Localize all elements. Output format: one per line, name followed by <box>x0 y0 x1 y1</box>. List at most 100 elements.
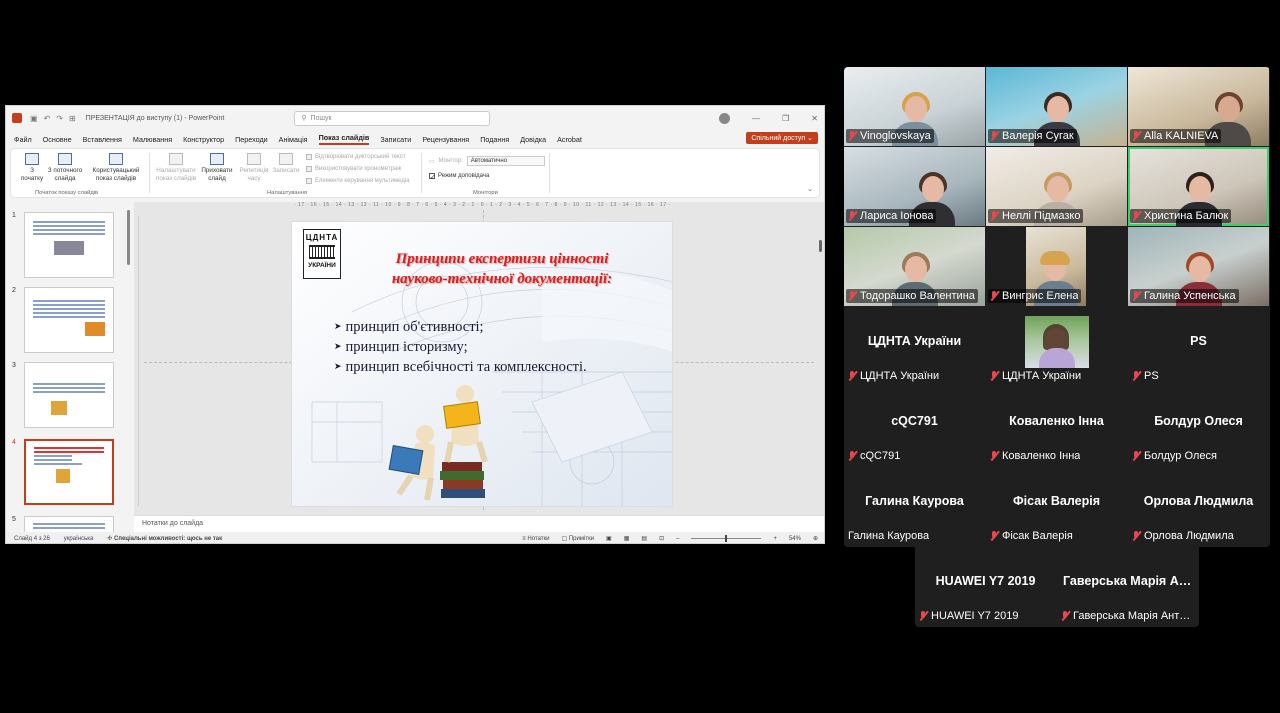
from-current-button[interactable]: З поточного слайда <box>45 153 85 183</box>
participant-name: ЦДНТА України <box>860 370 940 382</box>
participant-tile[interactable]: Гаверська Марія Антонівна Гаверська Марі… <box>1057 547 1198 626</box>
rehearse-button[interactable]: Репетиція часу <box>239 153 269 183</box>
participant-tile[interactable]: Болдур Олеся Болдур Олеся <box>1128 387 1269 466</box>
participant-nameplate: Гаверська Марія Антонівна <box>1059 609 1196 623</box>
language-indicator[interactable]: українська <box>64 536 94 542</box>
share-button[interactable]: Спільний доступ ⌄ <box>746 132 818 144</box>
participant-tile[interactable]: Вингрис Елена <box>986 227 1127 306</box>
participant-nameplate: ЦДНТА України <box>846 369 942 383</box>
tab-draw[interactable]: Малювання <box>133 135 172 144</box>
tab-design[interactable]: Конструктор <box>183 135 224 144</box>
close-icon[interactable]: ✕ <box>811 114 818 123</box>
collapse-ribbon-icon[interactable]: ⌄ <box>807 185 813 193</box>
mic-muted-icon <box>848 451 857 461</box>
participant-tile-speaking[interactable]: Христина Балюк <box>1128 147 1269 226</box>
participant-name: Гаверська Марія Антонівна <box>1073 610 1193 622</box>
minimize-icon[interactable]: — <box>752 114 760 123</box>
notes-pane[interactable]: Нотатки до слайда <box>134 515 824 532</box>
mic-muted-icon <box>1132 211 1141 221</box>
start-show-icon[interactable]: ⊞ <box>69 114 76 123</box>
participant-tile[interactable]: Тодорашко Валентина <box>844 227 985 306</box>
tab-transitions[interactable]: Переходи <box>235 135 268 144</box>
mic-muted-icon <box>848 211 857 221</box>
setup-show-button[interactable]: Налаштувати показ слайдів <box>152 153 200 183</box>
redo-icon[interactable]: ↷ <box>56 114 63 123</box>
zoom-slider[interactable] <box>691 535 762 542</box>
record-button[interactable]: Записати <box>271 153 301 175</box>
participant-tile[interactable]: Alla KALNIEVA <box>1128 67 1269 146</box>
tab-help[interactable]: Довідка <box>520 135 546 144</box>
setup-icon <box>169 153 183 165</box>
participant-tile[interactable]: Неллі Підмазко <box>986 147 1127 226</box>
thumb-number: 4 <box>12 439 16 446</box>
monitor-icon: ▭ <box>429 158 435 165</box>
logo-top-text: ЦДНТА <box>305 233 339 242</box>
participant-nameplate: Неллі Підмазко <box>988 209 1084 223</box>
participant-tile[interactable]: PS PS <box>1128 307 1269 386</box>
participant-tile[interactable]: Галина Каурова Галина Каурова <box>844 467 985 546</box>
group-setup-label: Налаштування <box>267 190 308 196</box>
custom-show-button[interactable]: Користувацький показ слайдів <box>89 153 143 183</box>
thumbnails-scrollbar[interactable] <box>127 210 130 265</box>
participant-tile[interactable]: HUAWEI Y7 2019 HUAWEI Y7 2019 <box>915 547 1056 626</box>
participant-tile[interactable]: Лариса Іонова <box>844 147 985 226</box>
narration-checkbox[interactable]: Відтворювати дикторський текст <box>306 154 405 160</box>
reading-view-icon[interactable]: ▤ <box>641 535 647 542</box>
tab-view[interactable]: Подання <box>480 135 509 144</box>
participant-name: cQC791 <box>860 450 901 462</box>
search-input[interactable]: ⚲ Пошук <box>294 110 491 126</box>
participant-name: Vinoglovskaya <box>860 130 931 142</box>
tab-animations[interactable]: Анімація <box>279 135 308 144</box>
bullet-item: ➤ принцип всебічності та комплексності. <box>334 357 587 377</box>
slideshow-view-icon[interactable]: ⊡ <box>659 535 664 542</box>
tab-file[interactable]: Файл <box>14 135 32 144</box>
undo-icon[interactable]: ↶ <box>44 114 51 123</box>
tab-acrobat[interactable]: Acrobat <box>557 135 582 144</box>
participant-display-name: ЦДНТА України <box>867 334 962 348</box>
participant-nameplate: Болдур Олеся <box>1130 449 1220 463</box>
from-beginning-button[interactable]: З початку <box>17 153 47 183</box>
participant-nameplate: Коваленко Інна <box>988 449 1083 463</box>
monitor-dropdown[interactable]: Автоматично <box>466 156 545 166</box>
presenter-view-checkbox[interactable]: ✓ Режим доповідача <box>429 173 489 181</box>
participant-tile[interactable]: cQC791 cQC791 <box>844 387 985 466</box>
current-slide[interactable]: ЦДНТА УКРАЇНИ Принципи експертизи ціннос… <box>291 221 673 507</box>
mic-muted-icon <box>1132 131 1141 141</box>
comments-button[interactable]: ▢ Примітки <box>562 535 595 542</box>
maximize-icon[interactable]: ❐ <box>782 114 789 123</box>
tab-insert[interactable]: Вставлення <box>83 135 122 144</box>
custom-show-icon <box>109 153 123 165</box>
save-icon[interactable]: ▣ <box>30 114 38 123</box>
notes-button[interactable]: ≡ Нотатки <box>522 536 549 542</box>
tab-slide-show[interactable]: Показ слайдів <box>318 133 370 145</box>
tab-home[interactable]: Основне <box>43 135 72 144</box>
zoom-level[interactable]: 54% <box>789 536 801 542</box>
monitor-select[interactable]: ▭ Монітор: Автоматично <box>429 156 545 166</box>
zoom-out-icon[interactable]: – <box>676 536 679 542</box>
participant-tile[interactable]: Vinoglovskaya <box>844 67 985 146</box>
fit-slide-icon[interactable]: ⊕ <box>813 535 818 542</box>
tab-review[interactable]: Рецензування <box>422 135 469 144</box>
participant-tile[interactable]: ЦДНТА України <box>986 307 1127 386</box>
building-icon <box>309 245 335 259</box>
timings-checkbox[interactable]: Використовувати хронометраж <box>306 166 401 172</box>
hide-slide-button[interactable]: Приховати слайд <box>199 153 235 183</box>
participant-tile[interactable]: ЦДНТА України ЦДНТА України <box>844 307 985 386</box>
participant-tile[interactable]: Валерія Сугак <box>986 67 1127 146</box>
bullet-text: принцип історизму; <box>345 339 468 355</box>
canvas-scrollbar[interactable] <box>819 240 822 252</box>
participant-tile[interactable]: Коваленко Інна Коваленко Інна <box>986 387 1127 466</box>
participant-nameplate: ЦДНТА України <box>988 369 1084 383</box>
media-controls-checkbox[interactable]: Елементи керування мультимедіа <box>306 178 410 184</box>
zoom-in-icon[interactable]: + <box>773 536 777 542</box>
tab-record[interactable]: Записати <box>380 135 411 144</box>
participant-tile[interactable]: Галина Успенська <box>1128 227 1269 306</box>
participant-tile[interactable]: Орлова Людмила Орлова Людмила <box>1128 467 1269 546</box>
mic-muted-icon <box>990 451 999 461</box>
sorter-view-icon[interactable]: ▦ <box>624 535 630 542</box>
participant-tile[interactable]: Фісак Валерія Фісак Валерія <box>986 467 1127 546</box>
account-avatar[interactable] <box>719 112 731 124</box>
accessibility-status[interactable]: ✣ Спеціальні можливості: щось не так <box>107 535 222 542</box>
mic-muted-icon <box>990 371 999 381</box>
normal-view-icon[interactable]: ▣ <box>606 535 612 542</box>
